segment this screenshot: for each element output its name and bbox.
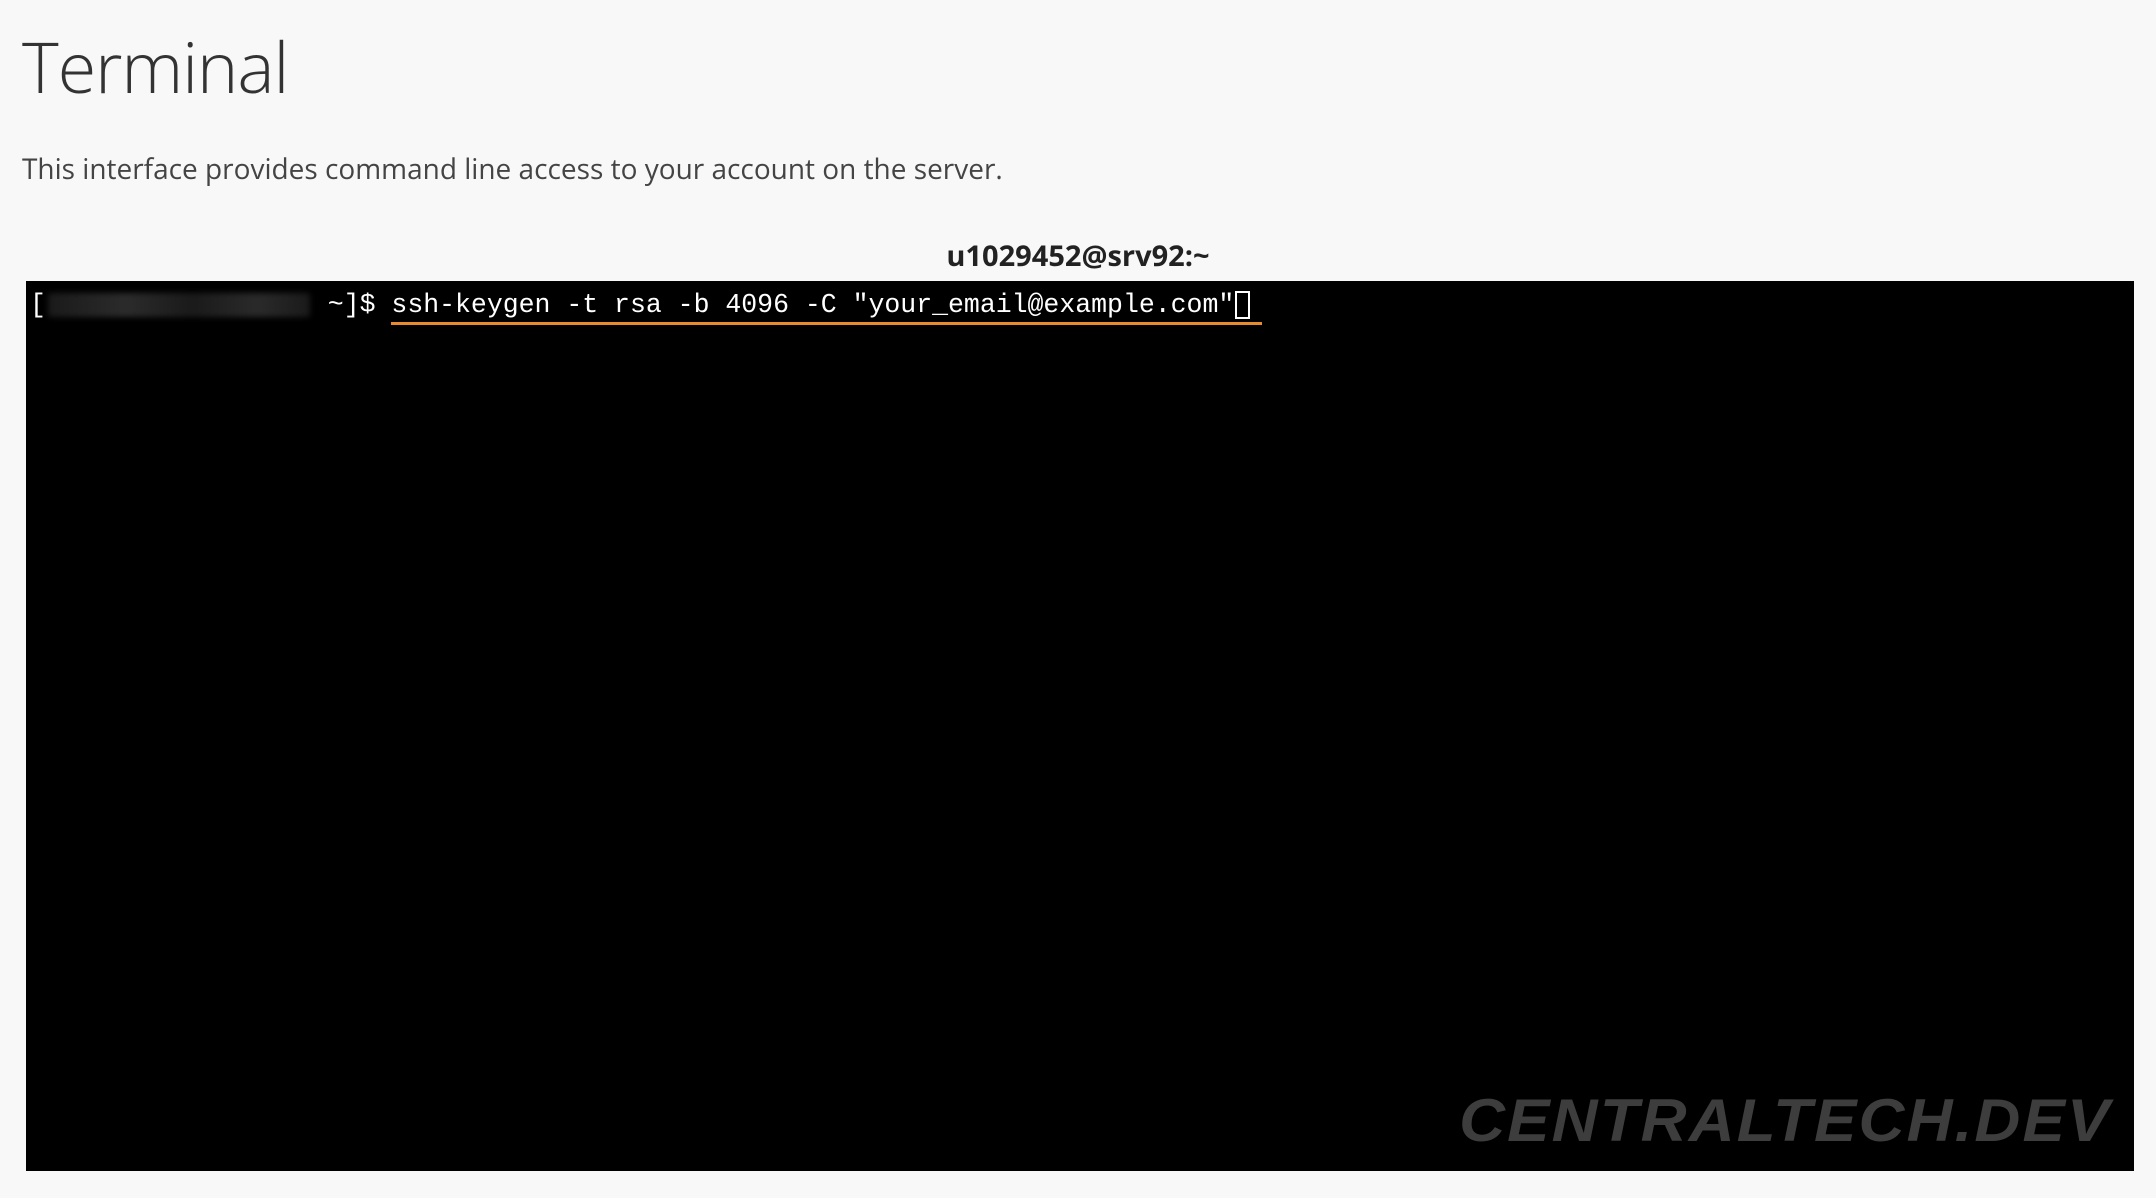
prompt-open-bracket: [ xyxy=(30,289,46,322)
prompt-suffix: ~]$ xyxy=(312,289,392,322)
command-text: ssh-keygen -t rsa -b 4096 -C "your_email… xyxy=(391,290,1234,320)
command-underline-annotation xyxy=(391,322,1262,325)
prompt-userhost-redacted xyxy=(48,293,310,317)
page-title: Terminal xyxy=(0,0,2156,114)
terminal-session-label: u1029452@srv92:~ xyxy=(0,236,2156,275)
terminal-line: [ ~]$ ssh-keygen -t rsa -b 4096 -C "your… xyxy=(30,289,2130,322)
command-wrap: ssh-keygen -t rsa -b 4096 -C "your_email… xyxy=(391,289,1234,322)
terminal-cursor xyxy=(1235,291,1250,319)
page-subtitle: This interface provides command line acc… xyxy=(0,114,2156,188)
terminal-window[interactable]: [ ~]$ ssh-keygen -t rsa -b 4096 -C "your… xyxy=(26,281,2134,1171)
watermark-text: CENTRALTECH.DEV xyxy=(1460,1086,2112,1155)
